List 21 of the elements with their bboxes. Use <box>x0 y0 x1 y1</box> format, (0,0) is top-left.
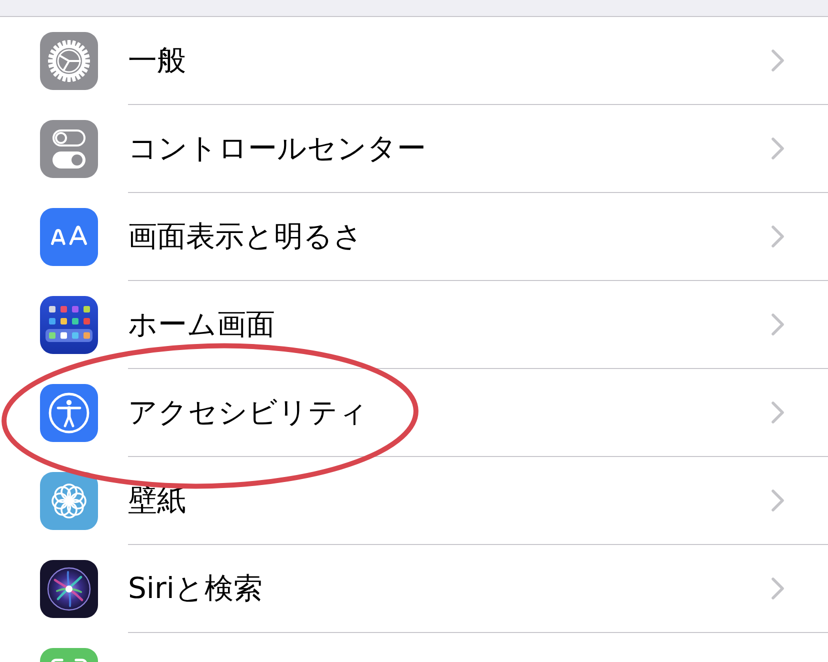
row-label: アクセシビリティ <box>128 398 368 427</box>
chevron-right-icon <box>771 137 785 160</box>
home-screen-icon <box>40 296 98 354</box>
flower-icon <box>40 472 98 530</box>
chevron-right-icon <box>771 225 785 248</box>
accessibility-icon <box>40 384 98 442</box>
chevron-right-icon <box>771 49 785 72</box>
toggles-icon <box>40 120 98 178</box>
row-label: 壁紙 <box>128 486 186 515</box>
gear-icon <box>40 32 98 90</box>
chevron-right-icon <box>771 401 785 424</box>
chevron-right-icon <box>771 577 785 600</box>
siri-orb-icon <box>40 560 98 618</box>
row-label: ホーム画面 <box>128 310 275 339</box>
chevron-right-icon <box>771 313 785 336</box>
row-label: 画面表示と明るさ <box>128 222 363 251</box>
text-size-icon <box>40 208 98 266</box>
row-label: Siriと検索 <box>128 574 262 603</box>
row-label: 一般 <box>128 46 186 75</box>
chevron-right-icon <box>771 489 785 512</box>
row-label: コントロールセンター <box>128 134 426 163</box>
